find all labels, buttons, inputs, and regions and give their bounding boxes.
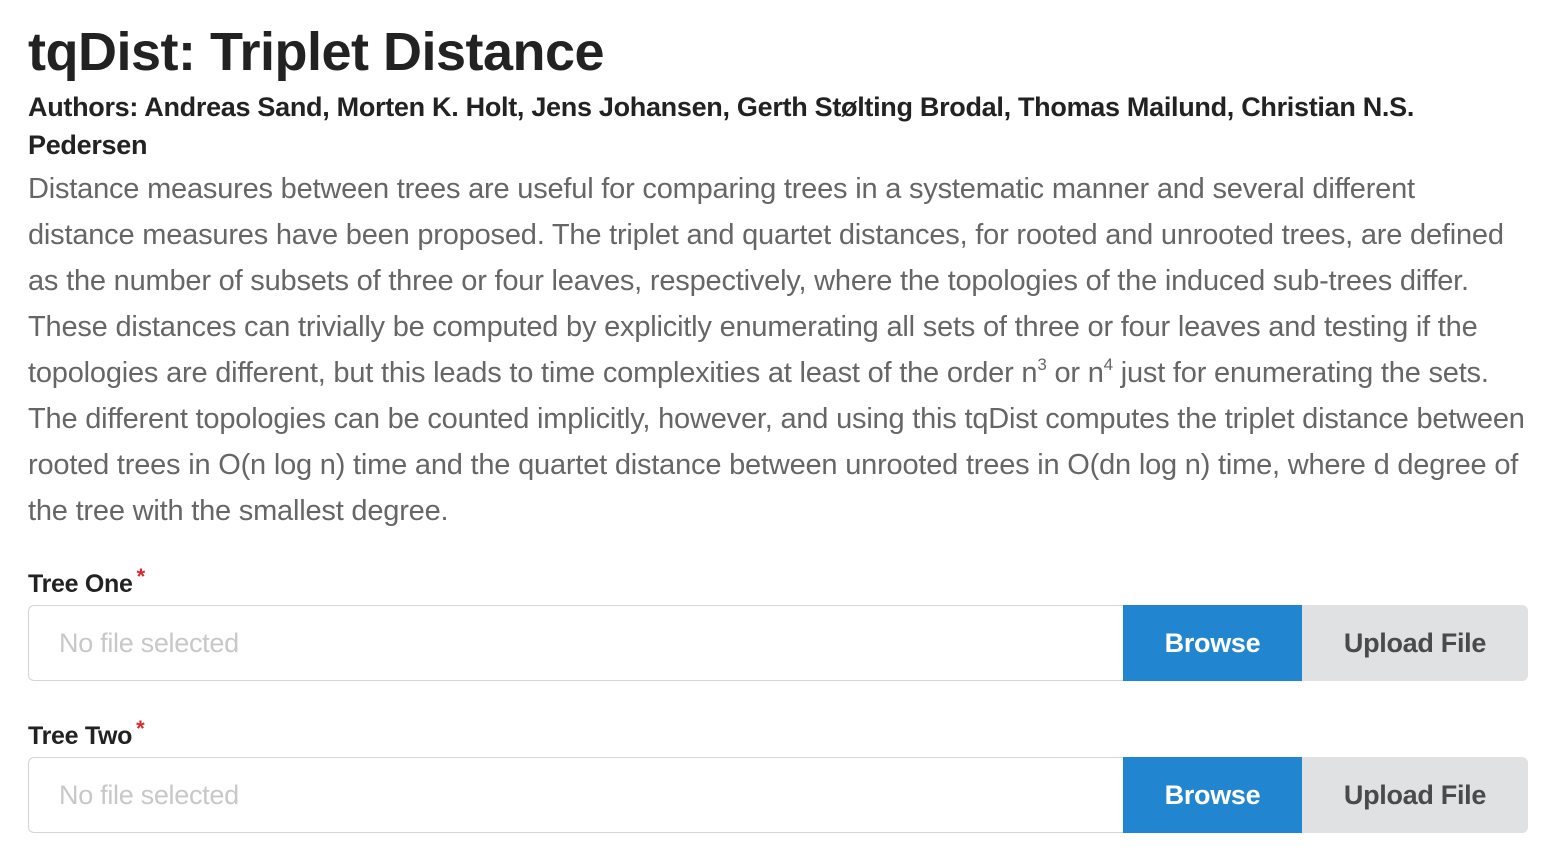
tree-one-field: Tree One * No file selected Browse Upload… — [28, 560, 1528, 681]
tree-one-upload-button[interactable]: Upload File — [1302, 605, 1528, 681]
tree-two-label-row: Tree Two * — [28, 712, 1528, 753]
tree-two-field: Tree Two * No file selected Browse Upload… — [28, 712, 1528, 833]
tree-two-file-group: No file selected Browse Upload File — [28, 757, 1528, 833]
tree-two-label: Tree Two — [28, 722, 133, 750]
description-superscript-4: 4 — [1103, 355, 1113, 374]
description-superscript-3: 3 — [1037, 355, 1047, 374]
tree-one-file-group: No file selected Browse Upload File — [28, 605, 1528, 681]
tree-two-upload-button[interactable]: Upload File — [1302, 757, 1528, 833]
tree-one-label-row: Tree One * — [28, 560, 1528, 601]
authors-line: Authors: Andreas Sand, Morten K. Holt, J… — [28, 92, 1415, 160]
tree-two-browse-button[interactable]: Browse — [1123, 757, 1302, 833]
tree-one-label: Tree One — [28, 570, 133, 598]
tree-two-file-input[interactable]: No file selected — [28, 757, 1123, 833]
page: tqDist: Triplet Distance Authors: Andrea… — [0, 0, 1544, 856]
required-asterisk: * — [136, 564, 146, 589]
description-text-part-2: or n — [1046, 357, 1104, 389]
page-title: tqDist: Triplet Distance — [28, 22, 605, 82]
required-asterisk: * — [136, 716, 145, 741]
tool-description: Distance measures between trees are usef… — [28, 166, 1528, 534]
tree-one-file-input[interactable]: No file selected — [28, 605, 1123, 681]
tree-one-browse-button[interactable]: Browse — [1123, 605, 1302, 681]
